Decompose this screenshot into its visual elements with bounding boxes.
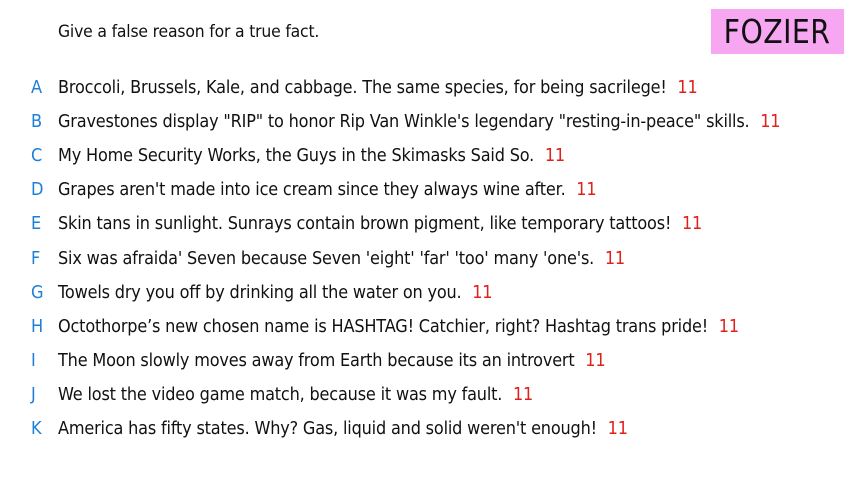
answer-letter: A (31, 76, 43, 98)
answer-letter: K (31, 418, 42, 440)
answer-row-d: D Grapes aren't made into ice cream sinc… (0, 173, 853, 207)
answer-score: 11 (585, 350, 606, 372)
answer-score: 11 (544, 144, 565, 166)
answer-letter: D (31, 179, 44, 201)
answer-text: America has fifty states. Why? Gas, liqu… (58, 418, 597, 440)
answer-letter: C (31, 144, 43, 166)
answer-body: Towels dry you off by drinking all the w… (58, 281, 493, 303)
answer-body: Skin tans in sunlight. Sunrays contain b… (58, 213, 702, 234)
answer-row-e: E Skin tans in sunlight. Sunrays contain… (0, 207, 853, 241)
answer-body: My Home Security Works, the Guys in the … (58, 145, 565, 166)
answer-list: A Broccoli, Brussels, Kale, and cabbage.… (0, 70, 853, 446)
answer-row-j: J We lost the video game match, because … (0, 378, 853, 412)
answer-score: 11 (472, 281, 493, 303)
answer-row-i: I The Moon slowly moves away from Earth … (0, 344, 853, 378)
answer-letter: I (31, 350, 36, 372)
answer-score: 11 (604, 247, 626, 269)
answer-letter: J (31, 384, 36, 406)
answer-score: 11 (681, 213, 703, 235)
answer-text: Octothorpe’s new chosen name is HASHTAG!… (58, 315, 709, 337)
answer-text: Skin tans in sunlight. Sunrays contain b… (58, 213, 672, 235)
answer-row-c: C My Home Security Works, the Guys in th… (0, 138, 853, 172)
answer-row-g: G Towels dry you off by drinking all the… (0, 275, 853, 309)
answer-letter: H (31, 315, 44, 337)
answer-row-h: H Octothorpe’s new chosen name is HASHTA… (0, 309, 853, 343)
answer-score: 11 (512, 384, 534, 406)
answer-letter: E (31, 213, 42, 235)
answer-text: Towels dry you off by drinking all the w… (58, 281, 462, 303)
answer-text: We lost the video game match, because it… (58, 384, 503, 406)
player-name-badge: FOZIER (711, 9, 844, 54)
answer-row-a: A Broccoli, Brussels, Kale, and cabbage.… (0, 70, 853, 104)
answer-text: Six was afraida' Seven because Seven 'ei… (58, 247, 595, 269)
answer-letter: F (31, 247, 41, 269)
answer-row-b: B Gravestones display "RIP" to honor Rip… (0, 104, 853, 138)
answer-score: 11 (760, 110, 781, 132)
answer-score: 11 (576, 179, 597, 201)
answer-body: The Moon slowly moves away from Earth be… (58, 350, 606, 372)
answer-text: Gravestones display "RIP" to honor Rip V… (58, 110, 750, 132)
answer-row-f: F Six was afraida' Seven because Seven '… (0, 241, 853, 275)
answer-text: Grapes aren't made into ice cream since … (58, 179, 566, 201)
answer-body: Broccoli, Brussels, Kale, and cabbage. T… (58, 77, 698, 98)
answer-letter: B (31, 110, 43, 132)
answer-score: 11 (718, 315, 739, 337)
answer-body: Gravestones display "RIP" to honor Rip V… (58, 110, 781, 132)
answer-body: America has fifty states. Why? Gas, liqu… (58, 418, 628, 439)
answer-score: 11 (677, 76, 698, 98)
answer-body: We lost the video game match, because it… (58, 384, 533, 405)
answer-text: Broccoli, Brussels, Kale, and cabbage. T… (58, 76, 667, 98)
answer-row-k: K America has fifty states. Why? Gas, li… (0, 412, 853, 446)
answer-body: Six was afraida' Seven because Seven 'ei… (58, 248, 625, 269)
answer-text: My Home Security Works, the Guys in the … (58, 144, 535, 166)
answer-body: Grapes aren't made into ice cream since … (58, 179, 597, 201)
answer-body: Octothorpe’s new chosen name is HASHTAG!… (58, 316, 739, 337)
answer-text: The Moon slowly moves away from Earth be… (58, 350, 575, 372)
answer-score: 11 (607, 418, 628, 440)
prompt-text: Give a false reason for a true fact. (58, 22, 320, 42)
player-name: FOZIER (724, 12, 831, 51)
answer-letter: G (31, 281, 44, 303)
